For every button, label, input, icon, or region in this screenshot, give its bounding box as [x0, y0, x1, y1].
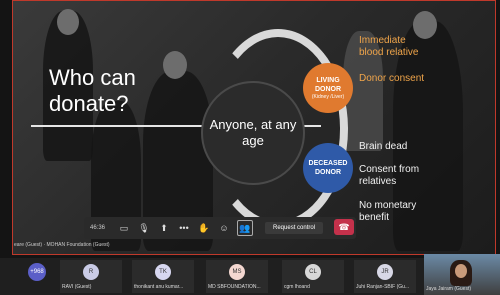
meeting-timer: 46:36 [90, 225, 106, 231]
participant-name: RAVI (Guest) [62, 284, 92, 290]
request-control-button[interactable]: Request control [265, 222, 324, 234]
participant-tile[interactable]: CL cgm lhoand [282, 260, 344, 293]
people-icon[interactable]: 👥 [237, 220, 254, 236]
avatar: MS [229, 264, 245, 280]
participant-tile[interactable]: MS MD SBFOUNDATION... [206, 260, 268, 293]
living-point: Donor consent [359, 73, 425, 84]
living-donor-badge: LIVING DONOR (Kidney /Liver) [303, 63, 353, 113]
center-text: Anyone, at any age [209, 117, 297, 148]
participant-name: cgm lhoand [284, 284, 310, 290]
participant-name: MD SBFOUNDATION... [208, 284, 261, 290]
deceased-donor-badge: DECEASED DONOR [303, 143, 353, 193]
participant-name: thonikant anu kumar... [134, 284, 184, 290]
deceased-point: Brain dead [359, 141, 408, 152]
participant-name: Juhi Ranjan-SBIF (Gu... [356, 284, 410, 290]
presenter-label: eare (Guest) · MOHAN Foundation (Guest) [14, 242, 110, 248]
shared-screen: Who can donate? Anyone, at any age LIVIN… [0, 0, 500, 258]
participant-tile[interactable]: JR Juhi Ranjan-SBIF (Gu... [354, 260, 416, 293]
camera-off-icon[interactable]: ▭ [117, 221, 131, 235]
reactions-icon[interactable]: ☺ [217, 221, 231, 235]
avatar: JR [377, 264, 393, 280]
photo-figure-head [57, 9, 79, 35]
deceased-point: Consent from relatives [359, 164, 420, 187]
living-donor-sub: (Kidney /Liver) [311, 93, 345, 100]
participant-tile[interactable]: R RAVI (Guest) [60, 260, 122, 293]
participant-video-tile[interactable]: Jaya Jairam (Guest) [424, 254, 500, 295]
raise-hand-icon[interactable]: ✋ [197, 221, 211, 235]
avatar: CL [305, 264, 321, 280]
participant-name: Jaya Jairam (Guest) [426, 286, 472, 292]
living-donor-title: LIVING DONOR [314, 76, 342, 93]
deceased-donor-title: DECEASED DONOR [308, 160, 348, 176]
avatar: TK [155, 264, 171, 280]
participant-video-face [455, 264, 467, 278]
hangup-icon[interactable]: ☎ [334, 219, 354, 235]
meeting-controls: 46:36 ▭ 🎙 ⬆ ••• ✋ ☺ 👥 Request control [84, 217, 356, 239]
slide-title: Who can donate? [49, 65, 136, 116]
participant-tile[interactable]: TK thonikant anu kumar... [132, 260, 194, 293]
mic-off-icon[interactable]: 🎙 [137, 221, 151, 235]
more-participants-button[interactable]: +968 [28, 263, 46, 281]
avatar: R [83, 264, 99, 280]
living-point: Immediate blood relative [359, 35, 419, 58]
more-icon[interactable]: ••• [177, 221, 191, 235]
deceased-point: No monetary benefit [359, 200, 417, 223]
share-icon[interactable]: ⬆ [157, 221, 171, 235]
center-circle: Anyone, at any age [201, 81, 305, 185]
